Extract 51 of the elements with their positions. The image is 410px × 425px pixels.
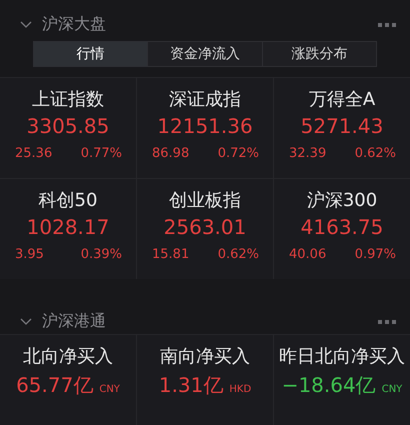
flow-card[interactable]: 南向净买入 1.31亿 HKD	[137, 335, 273, 425]
change-percent: 0.77%	[80, 146, 122, 161]
index-name: 深证成指	[169, 88, 241, 112]
index-name: 上证指数	[32, 88, 104, 112]
change-percent: 0.72%	[218, 146, 259, 161]
index-card[interactable]: 上证指数 3305.85 25.36 0.77%	[0, 78, 136, 178]
index-card[interactable]: 沪深300 4163.75 40.06 0.97%	[274, 179, 410, 279]
change-amount: 25.36	[15, 146, 52, 161]
index-value: 3305.85	[26, 113, 110, 140]
index-card[interactable]: 创业板指 2563.01 15.81 0.62%	[137, 179, 273, 279]
index-name: 沪深300	[306, 189, 378, 213]
flow-value: 65.77亿	[16, 372, 94, 399]
section-title: 沪深港通	[42, 311, 107, 332]
change-percent: 0.62%	[354, 146, 396, 161]
currency-label: HKD	[229, 384, 252, 395]
change-percent: 0.97%	[354, 247, 396, 262]
change-percent: 0.39%	[80, 247, 122, 262]
flow-value: −18.64亿	[282, 372, 376, 399]
flow-name: 南向净买入	[160, 345, 250, 369]
currency-label: CNY	[382, 384, 402, 395]
flow-card[interactable]: 北向净买入 65.77亿 CNY	[0, 335, 136, 425]
change-percent: 0.62%	[218, 247, 259, 262]
index-value: 12151.36	[157, 113, 253, 140]
change-amount: 15.81	[152, 247, 190, 262]
index-card[interactable]: 万得全A 5271.43 32.39 0.62%	[274, 78, 410, 178]
index-card[interactable]: 科创50 1028.17 3.95 0.39%	[0, 179, 136, 279]
index-value: 5271.43	[300, 113, 384, 140]
chevron-icon[interactable]	[20, 20, 32, 28]
tab[interactable]: 资金净流入	[148, 42, 263, 66]
index-name: 创业板指	[169, 189, 241, 213]
chevron-icon[interactable]	[20, 318, 32, 326]
index-name: 科创50	[38, 189, 98, 213]
tab[interactable]: 涨跌分布	[262, 42, 376, 66]
index-card[interactable]: 深证成指 12151.36 86.98 0.72%	[137, 78, 273, 178]
section-title: 沪深大盘	[42, 14, 107, 35]
flow-value: 1.31亿	[158, 372, 224, 399]
change-amount: 40.06	[289, 247, 326, 262]
tab[interactable]: 行情	[34, 42, 148, 66]
more-icon[interactable]	[378, 320, 396, 324]
flow-name: 昨日北向净买入	[279, 345, 405, 369]
flow-card[interactable]: 昨日北向净买入 −18.64亿 CNY	[274, 335, 410, 425]
change-amount: 86.98	[152, 146, 190, 161]
change-amount: 3.95	[15, 247, 44, 262]
index-name: 万得全A	[308, 88, 376, 112]
index-value: 2563.01	[164, 214, 246, 241]
index-value: 4163.75	[300, 214, 384, 241]
change-amount: 32.39	[289, 146, 326, 161]
flow-name: 北向净买入	[23, 345, 113, 369]
currency-label: CNY	[99, 384, 120, 395]
index-value: 1028.17	[26, 214, 110, 241]
more-icon[interactable]	[378, 22, 396, 26]
